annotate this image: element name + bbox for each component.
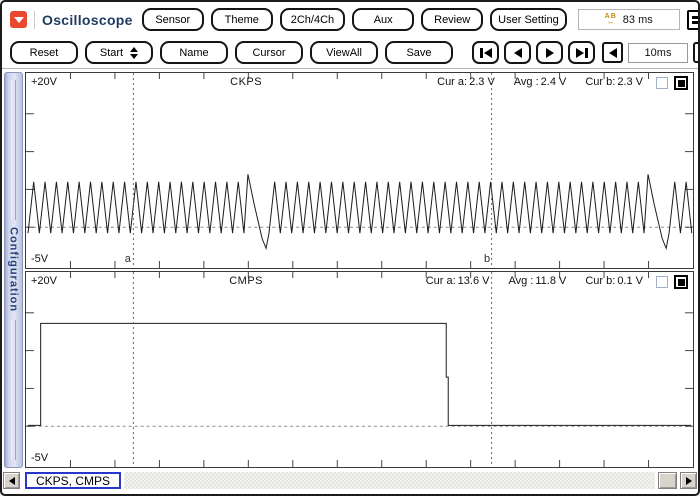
cmps-waveform-plot[interactable]: [26, 272, 693, 467]
ckps-waveform-plot[interactable]: [26, 73, 693, 268]
time-step-control: 10ms: [602, 42, 698, 63]
scrollbar-thumb[interactable]: [658, 472, 677, 489]
time-step-display[interactable]: 10ms: [628, 42, 688, 63]
arrow-right-icon: [545, 47, 554, 58]
time-step-decrease-button[interactable]: [602, 42, 623, 63]
cursor-b-label[interactable]: b: [484, 253, 490, 265]
sensor-button[interactable]: Sensor: [141, 8, 204, 31]
channel-checkbox-unchecked[interactable]: [656, 77, 668, 89]
playback-controls: [472, 41, 595, 64]
oscilloscope-window: Oscilloscope Sensor Theme 2Ch/4Ch Aux Re…: [0, 0, 700, 496]
last-frame-button[interactable]: [568, 41, 595, 64]
start-button[interactable]: Start: [85, 41, 153, 64]
channel-checkboxes: [656, 76, 688, 90]
cursor-button[interactable]: Cursor: [235, 41, 303, 64]
start-spinner-icon: [130, 46, 139, 59]
vmin-label: -5V: [31, 253, 49, 265]
reset-button[interactable]: Reset: [10, 41, 78, 64]
viewall-button[interactable]: ViewAll: [310, 41, 378, 64]
ab-measure-icon: AB ↔: [604, 13, 617, 26]
arrow-left-icon: [608, 47, 617, 58]
ab-time-display: AB ↔ 83 ms: [577, 9, 680, 30]
configuration-tab-label: Configuration: [7, 227, 20, 313]
arrow-left-icon: [8, 476, 15, 485]
channel-checkbox-unchecked[interactable]: [656, 276, 668, 288]
toolbar-row-2: Reset Start Name Cursor ViewAll Save 10m…: [2, 35, 698, 68]
divider: [34, 10, 35, 29]
name-button[interactable]: Name: [160, 41, 228, 64]
status-scrollbar: CKPS, CMPS: [2, 471, 698, 490]
next-frame-button[interactable]: [536, 41, 563, 64]
tab-grip-lines: [11, 80, 16, 221]
skip-end-icon: [575, 47, 584, 58]
vmin-label: -5V: [31, 452, 49, 464]
toolbar-area: Oscilloscope Sensor Theme 2Ch/4Ch Aux Re…: [2, 2, 698, 69]
channel-ckps: +20V CKPS Cur a: 2.3 V Avg :2.4 V Cur b: 2…: [25, 72, 694, 269]
tab-grip-lines: [11, 319, 16, 461]
toolbar-row-1: Oscilloscope Sensor Theme 2Ch/4Ch Aux Re…: [2, 2, 698, 35]
aux-button[interactable]: Aux: [352, 8, 415, 31]
scroll-right-button[interactable]: [680, 472, 697, 489]
app-title: Oscilloscope: [42, 11, 133, 28]
user-setting-button[interactable]: User Setting: [490, 8, 567, 31]
save-button[interactable]: Save: [385, 41, 453, 64]
prev-frame-button[interactable]: [504, 41, 531, 64]
caret-down-icon: [13, 16, 24, 23]
arrow-left-icon: [513, 47, 522, 58]
active-channels-label[interactable]: CKPS, CMPS: [25, 472, 122, 489]
skip-start-icon: [483, 47, 492, 58]
app-dropdown-icon[interactable]: [10, 11, 27, 28]
review-button[interactable]: Review: [421, 8, 484, 31]
first-frame-button[interactable]: [472, 41, 499, 64]
ab-time-value: 83 ms: [622, 13, 653, 26]
channel-checkbox-checked[interactable]: [674, 275, 688, 289]
cursor-a-label[interactable]: a: [125, 253, 131, 265]
channel-cmps: +20V CMPS Cur a: 13.6 V Avg :11.8 V Cur b…: [25, 271, 694, 468]
menu-icon[interactable]: [686, 9, 698, 30]
channel-checkbox-checked[interactable]: [674, 76, 688, 90]
main-area: Configuration +20V CKPS Cur a: 2.3 V Avg …: [2, 69, 698, 468]
arrow-right-icon: [685, 476, 692, 485]
channel-checkboxes: [656, 275, 688, 289]
theme-button[interactable]: Theme: [210, 8, 273, 31]
scroll-left-button[interactable]: [3, 472, 20, 489]
time-step-increase-button[interactable]: [693, 42, 698, 63]
channel-stack: +20V CKPS Cur a: 2.3 V Avg :2.4 V Cur b: 2…: [25, 72, 694, 468]
configuration-tab[interactable]: Configuration: [4, 72, 23, 468]
scrollbar-track[interactable]: [124, 472, 655, 489]
channels-2ch4ch-button[interactable]: 2Ch/4Ch: [279, 8, 346, 31]
